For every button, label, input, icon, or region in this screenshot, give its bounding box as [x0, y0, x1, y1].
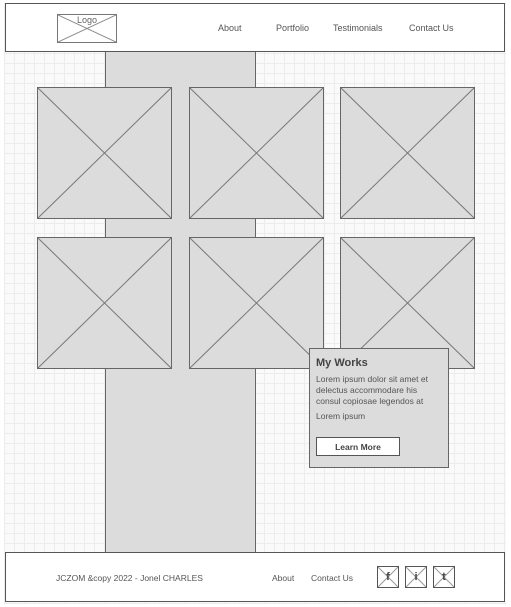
logo-label: Logo — [76, 15, 98, 25]
logo[interactable]: Logo — [57, 14, 117, 43]
card-description: Lorem ipsum dolor sit amet et delectus a… — [316, 374, 428, 406]
instagram-glyph: i — [414, 571, 418, 583]
twitter-glyph: t — [442, 571, 446, 583]
nav-link-about[interactable]: About — [218, 22, 242, 34]
footer-link-contact-us[interactable]: Contact Us — [311, 573, 353, 583]
copyright-text: JCZOM &copy 2022 - Jonel CHARLES — [56, 573, 203, 583]
gallery-image-placeholder[interactable] — [37, 87, 172, 219]
twitter-icon[interactable]: t — [433, 566, 455, 588]
gallery-image-placeholder[interactable] — [189, 87, 324, 219]
nav-link-testimonials[interactable]: Testimonials — [333, 22, 383, 34]
image-placeholder-icon — [190, 88, 323, 218]
site-footer: JCZOM &copy 2022 - Jonel CHARLES About C… — [5, 552, 505, 602]
learn-more-button[interactable]: Learn More — [316, 437, 400, 456]
image-placeholder-icon — [38, 238, 171, 368]
nav-link-contact-us[interactable]: Contact Us — [409, 22, 454, 34]
image-placeholder-icon — [341, 88, 474, 218]
image-placeholder-icon — [38, 88, 171, 218]
instagram-icon[interactable]: i — [405, 566, 427, 588]
footer-link-about[interactable]: About — [272, 573, 294, 583]
my-works-card: My Works Lorem ipsum dolor sit amet et d… — [309, 348, 449, 468]
gallery-image-placeholder[interactable] — [189, 237, 324, 369]
facebook-icon[interactable]: f — [377, 566, 399, 588]
image-placeholder-icon — [190, 238, 323, 368]
gallery-image-placeholder[interactable] — [340, 87, 475, 219]
facebook-glyph: f — [386, 571, 390, 583]
nav-link-portfolio[interactable]: Portfolio — [276, 22, 309, 34]
card-title: My Works — [316, 357, 368, 369]
card-subtext: Lorem ipsum — [316, 411, 366, 421]
gallery-image-placeholder[interactable] — [37, 237, 172, 369]
site-header: Logo About Portfolio Testimonials Contac… — [5, 3, 505, 52]
